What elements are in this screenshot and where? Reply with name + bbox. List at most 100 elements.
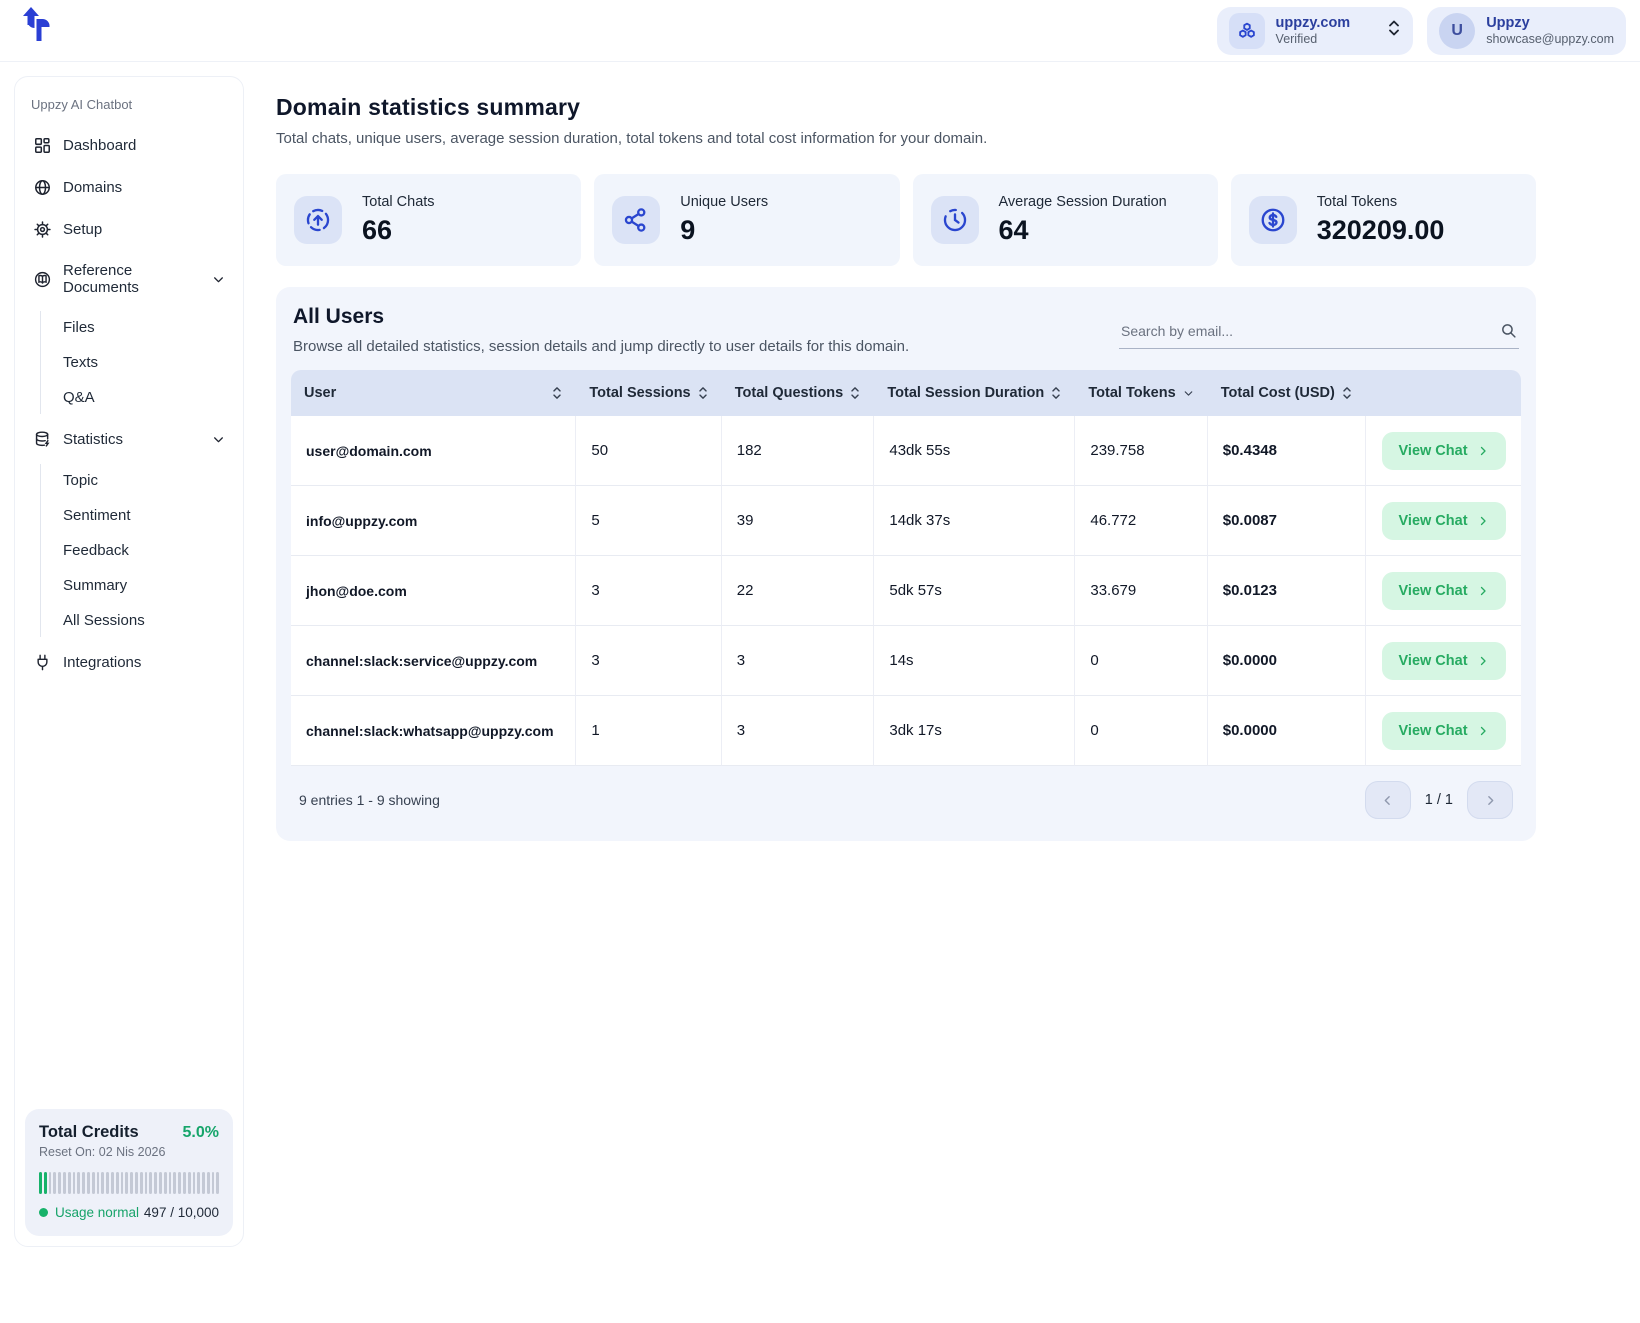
cell-tokens: 0	[1075, 626, 1207, 696]
usage-tick	[77, 1172, 80, 1194]
usage-tick	[207, 1172, 210, 1194]
all-users-title: All Users	[293, 305, 909, 329]
plug-icon	[33, 653, 52, 672]
sidebar-item-integrations[interactable]: Integrations	[31, 645, 227, 680]
chevron-right-icon	[1477, 445, 1489, 457]
search-icon	[1500, 322, 1517, 344]
chevron-down-icon	[212, 433, 225, 446]
usage-tick	[183, 1172, 186, 1194]
col-header-total-tokens[interactable]: Total Tokens	[1075, 370, 1207, 416]
cell-sessions: 3	[576, 556, 721, 626]
credits-card: Total Credits 5.0% Reset On: 02 Nis 2026…	[25, 1109, 233, 1236]
page-indicator: 1 / 1	[1425, 792, 1453, 808]
col-header-actions	[1366, 370, 1521, 416]
cell-tokens: 239.758	[1075, 416, 1207, 486]
chevron-right-icon	[1477, 725, 1489, 737]
col-header-total-session-duration[interactable]: Total Session Duration	[874, 370, 1075, 416]
chevron-left-icon	[1381, 794, 1394, 807]
table-row: info@uppzy.com 5 39 14dk 37s 46.772 $0.0…	[291, 486, 1521, 556]
sidebar-item-domains[interactable]: Domains	[31, 170, 227, 205]
sidebar-subitem-files[interactable]: Files	[63, 311, 227, 344]
search-box	[1119, 315, 1519, 349]
domain-name: uppzy.com	[1276, 15, 1351, 32]
prev-page-button[interactable]	[1365, 781, 1411, 819]
usage-tick	[188, 1172, 191, 1194]
usage-tick	[140, 1172, 143, 1194]
chevron-right-icon	[1477, 655, 1489, 667]
usage-tick	[106, 1172, 109, 1194]
sort-icon	[551, 385, 563, 401]
usage-tick	[178, 1172, 181, 1194]
entries-summary: 9 entries 1 - 9 showing	[299, 792, 440, 808]
cell-tokens: 46.772	[1075, 486, 1207, 556]
cell-duration: 3dk 17s	[874, 696, 1075, 766]
stat-label: Total Tokens	[1317, 194, 1445, 210]
sidebar-subitem-topic[interactable]: Topic	[63, 464, 227, 497]
sidebar-item-statistics[interactable]: Statistics	[31, 422, 227, 457]
globe-icon	[33, 178, 52, 197]
sidebar-item-label: Domains	[63, 179, 225, 196]
cell-user: user@domain.com	[291, 416, 576, 486]
domain-selector[interactable]: uppzy.com Verified	[1217, 7, 1414, 55]
uppzy-logo-icon	[18, 5, 60, 51]
next-page-button[interactable]	[1467, 781, 1513, 819]
reference-documents-sublist: Files Texts Q&A	[40, 311, 227, 414]
usage-tick	[63, 1172, 66, 1194]
page-title: Domain statistics summary	[276, 94, 1536, 121]
view-chat-button[interactable]: View Chat	[1382, 502, 1506, 540]
usage-tick	[135, 1172, 138, 1194]
account-name: Uppzy	[1486, 15, 1614, 32]
usage-tick	[173, 1172, 176, 1194]
sidebar-subitem-texts[interactable]: Texts	[63, 346, 227, 379]
sidebar-item-dashboard[interactable]: Dashboard	[31, 128, 227, 163]
stat-value: 320209.00	[1317, 215, 1445, 246]
sidebar-subitem-sentiment[interactable]: Sentiment	[63, 499, 227, 532]
col-header-total-questions[interactable]: Total Questions	[722, 370, 875, 416]
sidebar-item-label: Statistics	[63, 431, 201, 448]
dashboard-grid-icon	[33, 136, 52, 155]
usage-tick	[159, 1172, 162, 1194]
cell-duration: 14s	[874, 626, 1075, 696]
sidebar-subitem-summary[interactable]: Summary	[63, 569, 227, 602]
usage-tick	[39, 1172, 42, 1194]
credits-usage-count: 497 / 10,000	[144, 1205, 219, 1220]
stat-value: 9	[680, 215, 768, 246]
all-users-subtitle: Browse all detailed statistics, session …	[293, 338, 909, 355]
usage-tick	[121, 1172, 124, 1194]
col-header-total-cost[interactable]: Total Cost (USD)	[1208, 370, 1366, 416]
sidebar-subitem-feedback[interactable]: Feedback	[63, 534, 227, 567]
usage-tick	[164, 1172, 167, 1194]
sort-icon	[697, 385, 709, 401]
sidebar-subitem-qa[interactable]: Q&A	[63, 381, 227, 414]
trend-up-icon	[294, 196, 342, 244]
app-logo[interactable]	[18, 5, 60, 56]
pagination: 1 / 1	[1365, 781, 1513, 819]
view-chat-button[interactable]: View Chat	[1382, 432, 1506, 470]
stat-value: 64	[999, 215, 1167, 246]
sidebar-item-label: Setup	[63, 221, 225, 238]
col-header-total-sessions[interactable]: Total Sessions	[576, 370, 721, 416]
top-bar: uppzy.com Verified U Uppzy showcase@uppz…	[0, 0, 1640, 62]
usage-tick	[197, 1172, 200, 1194]
stat-card-total-chats: Total Chats 66	[276, 174, 581, 266]
chevron-down-icon	[212, 273, 225, 286]
stat-cards-row: Total Chats 66 Unique Users 9	[276, 174, 1536, 266]
sidebar-item-label: Integrations	[63, 654, 225, 671]
usage-tick	[193, 1172, 196, 1194]
sidebar-item-label: Reference Documents	[63, 262, 201, 296]
sidebar-item-reference-documents[interactable]: Reference Documents	[31, 254, 227, 304]
status-dot-icon	[39, 1208, 48, 1217]
view-chat-button[interactable]: View Chat	[1382, 712, 1506, 750]
cell-questions: 22	[722, 556, 875, 626]
cell-questions: 39	[722, 486, 875, 556]
account-menu[interactable]: U Uppzy showcase@uppzy.com	[1427, 7, 1626, 55]
usage-tick	[154, 1172, 157, 1194]
view-chat-button[interactable]: View Chat	[1382, 642, 1506, 680]
view-chat-button[interactable]: View Chat	[1382, 572, 1506, 610]
sidebar-item-setup[interactable]: Setup	[31, 212, 227, 247]
usage-tick	[101, 1172, 104, 1194]
col-header-user[interactable]: User	[291, 370, 576, 416]
search-input[interactable]	[1119, 315, 1519, 349]
sidebar-subitem-all-sessions[interactable]: All Sessions	[63, 604, 227, 637]
cell-questions: 3	[722, 626, 875, 696]
